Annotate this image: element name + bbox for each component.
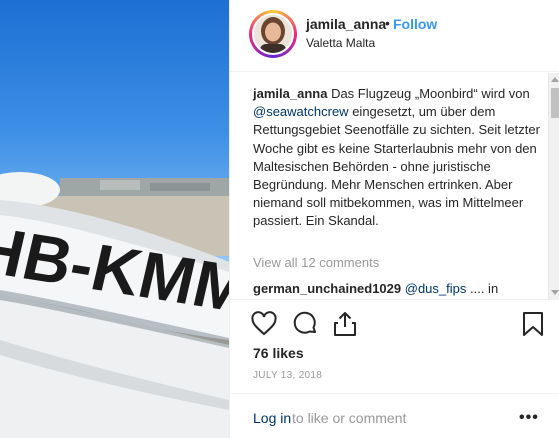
login-prompt-text: to like or comment bbox=[292, 410, 407, 426]
action-bar bbox=[230, 299, 559, 339]
bookmark-icon[interactable] bbox=[519, 310, 547, 338]
caption-text-end: eingesetzt, um über dem Rettungsgebiet S… bbox=[253, 104, 540, 229]
follow-button[interactable]: Follow bbox=[393, 16, 437, 32]
comments-scrollbar[interactable] bbox=[548, 73, 559, 299]
comment-bubble-icon[interactable] bbox=[291, 310, 319, 338]
comment-username[interactable]: german_unchained1029 bbox=[253, 281, 401, 296]
comment-mention-link[interactable]: @dus_fips bbox=[405, 281, 467, 296]
likes-count[interactable]: 76 likes bbox=[253, 345, 304, 361]
caption-text-start: Das Flugzeug „Moonbird“ wird von bbox=[331, 86, 530, 101]
post-header: jamila_anna • Follow Valetta Malta bbox=[230, 0, 559, 72]
caption: jamila_anna Das Flugzeug „Moonbird“ wird… bbox=[253, 85, 553, 231]
scroll-thumb[interactable] bbox=[551, 88, 559, 118]
scroll-up-arrow-icon[interactable] bbox=[551, 77, 559, 82]
airplane-wing-photo: HB-KMM bbox=[0, 172, 229, 438]
view-all-comments-button[interactable]: View all 12 comments bbox=[253, 255, 379, 270]
caption-username[interactable]: jamila_anna bbox=[253, 86, 327, 101]
comment-item: german_unchained1029 @dus_fips .... in bbox=[253, 281, 498, 296]
post-photo: HB-KMM bbox=[0, 0, 229, 438]
login-link[interactable]: Log in bbox=[253, 410, 291, 426]
scroll-down-arrow-icon[interactable] bbox=[551, 290, 559, 295]
post-detail-panel: jamila_anna • Follow Valetta Malta jamil… bbox=[229, 0, 559, 438]
post-date[interactable]: JULY 13, 2018 bbox=[253, 370, 322, 381]
avatar[interactable] bbox=[249, 10, 297, 58]
location-link[interactable]: Valetta Malta bbox=[306, 36, 375, 50]
profile-photo bbox=[252, 13, 294, 55]
separator-dot: • bbox=[385, 15, 390, 31]
share-icon[interactable] bbox=[331, 310, 359, 338]
header-username[interactable]: jamila_anna bbox=[306, 16, 386, 32]
comment-footer: Log in to like or comment ••• bbox=[230, 393, 559, 438]
caption-mention-link[interactable]: @seawatchcrew bbox=[253, 104, 349, 119]
comment-text: .... in bbox=[470, 281, 499, 296]
more-options-icon[interactable]: ••• bbox=[519, 409, 539, 427]
comments-section[interactable]: jamila_anna Das Flugzeug „Moonbird“ wird… bbox=[230, 73, 559, 298]
heart-icon[interactable] bbox=[250, 310, 278, 338]
